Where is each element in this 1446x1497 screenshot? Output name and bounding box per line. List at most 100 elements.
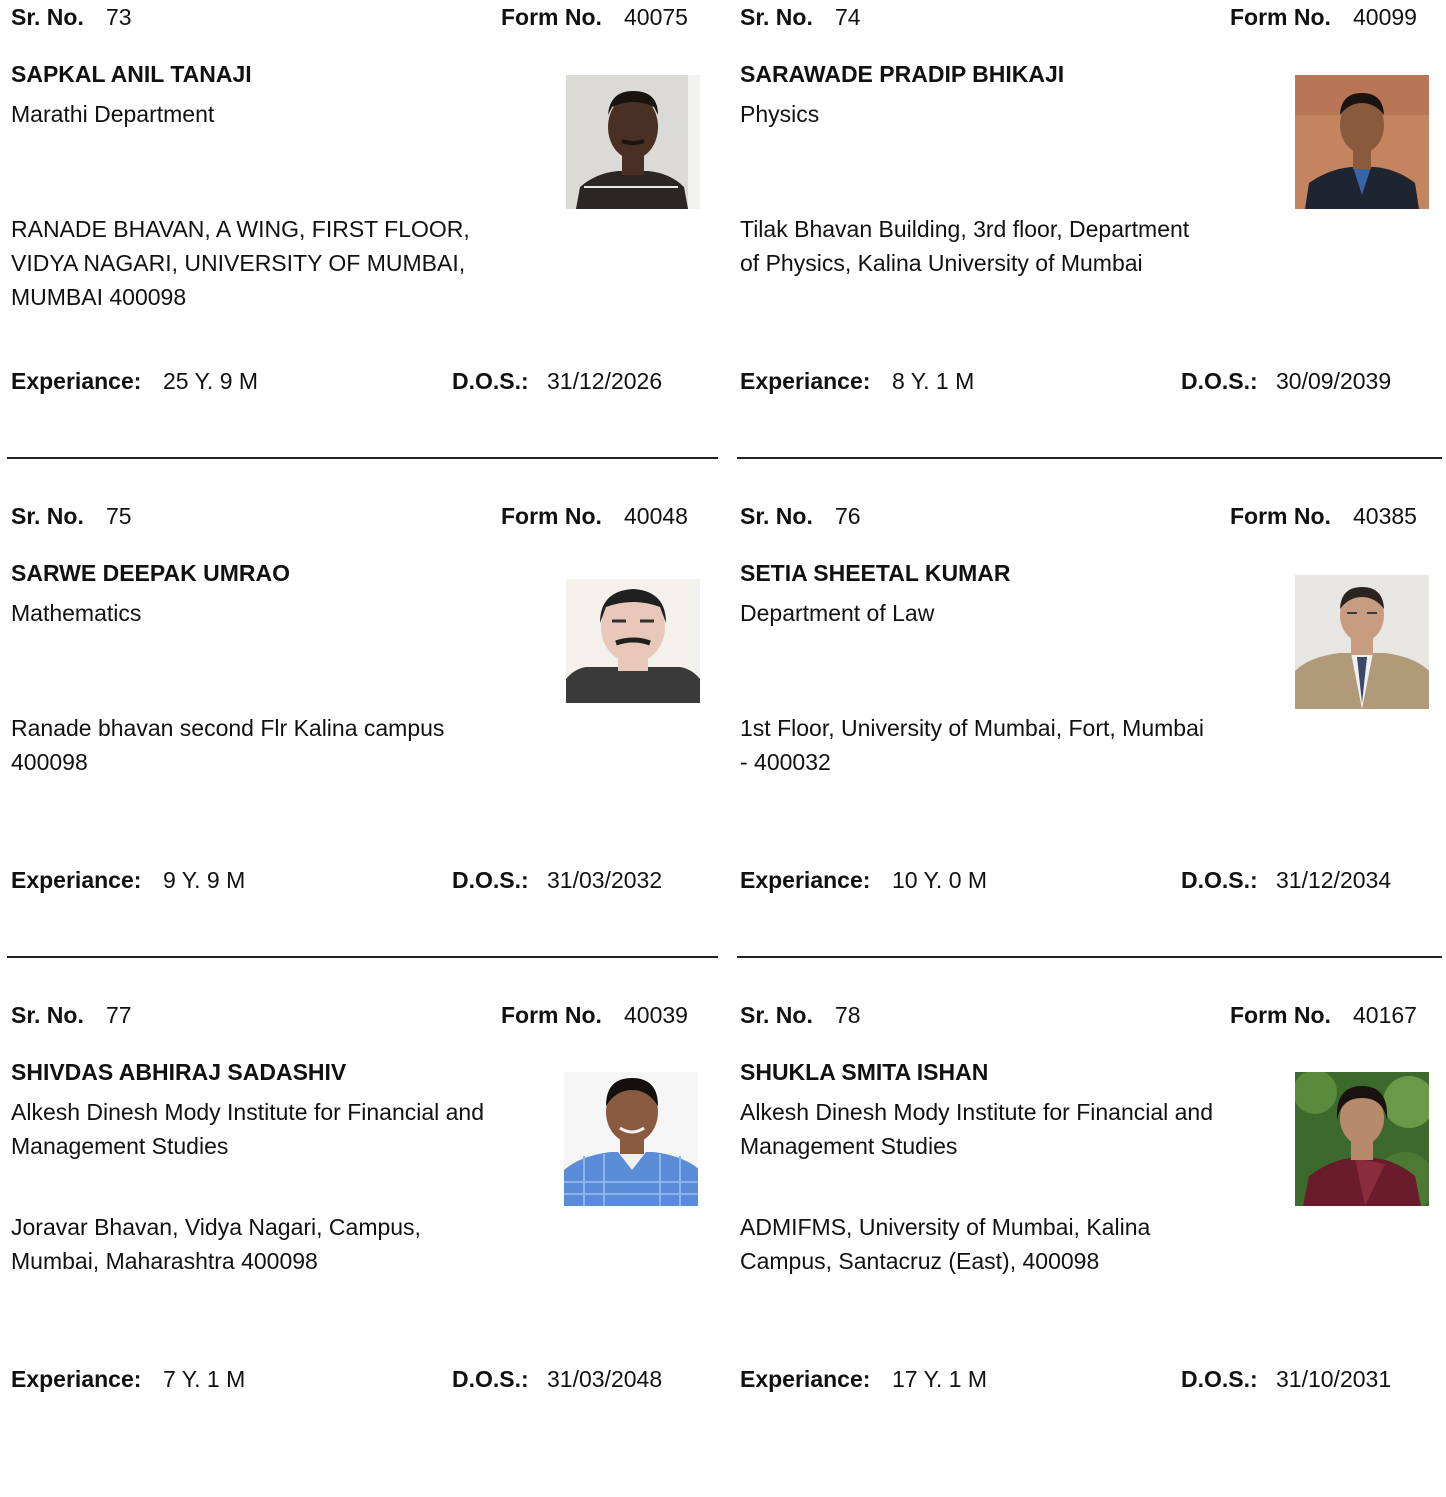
- dos-label: D.O.S.:: [1181, 867, 1258, 893]
- address-line: Tilak Bhavan Building, 3rd floor, Depart…: [740, 216, 1190, 242]
- member-address: Joravar Bhavan, Vidya Nagari, Campus, Mu…: [11, 1210, 531, 1278]
- member-name: SHUKLA SMITA ISHAN: [740, 1059, 989, 1085]
- card-divider: [7, 457, 718, 459]
- sr-no-label: Sr. No.: [11, 503, 84, 529]
- member-address: RANADE BHAVAN, A WING, FIRST FLOOR, VIDY…: [11, 212, 531, 314]
- sr-no-value: 78: [835, 1002, 861, 1028]
- member-address: Tilak Bhavan Building, 3rd floor, Depart…: [740, 212, 1260, 280]
- experience-label: Experiance:: [11, 1366, 142, 1392]
- address-line: MUMBAI 400098: [11, 284, 187, 310]
- form-no-value: 40099: [1353, 4, 1417, 30]
- member-card: Sr. No. 74 Form No. 40099 SARAWADE PRADI…: [729, 0, 1441, 499]
- experience-label: Experiance:: [11, 867, 142, 893]
- form-no-value: 40075: [624, 4, 688, 30]
- card-footer-row: Experiance: 7 Y. 1 M D.O.S.: 31/03/2048: [11, 1364, 701, 1394]
- member-department: Department of Law: [740, 600, 935, 626]
- experience-label: Experiance:: [740, 1366, 871, 1392]
- address-line: of Physics, Kalina University of Mumbai: [740, 250, 1143, 276]
- experience-label: Experiance:: [740, 867, 871, 893]
- experience-value: 7 Y. 1 M: [163, 1366, 246, 1392]
- member-name: SETIA SHEETAL KUMAR: [740, 560, 1011, 586]
- card-header-row: Sr. No. 74 Form No. 40099: [740, 2, 1426, 32]
- address-line: 1st Floor, University of Mumbai, Fort, M…: [740, 715, 1204, 741]
- member-card: Sr. No. 77 Form No. 40039 SHIVDAS ABHIRA…: [0, 998, 712, 1497]
- form-no-label: Form No.: [1230, 4, 1331, 30]
- address-line: 400098: [11, 749, 88, 775]
- dos-label: D.O.S.:: [452, 368, 529, 394]
- experience-value: 8 Y. 1 M: [892, 368, 975, 394]
- member-photo: [564, 1072, 698, 1206]
- member-department: Alkesh Dinesh Mody Institute for Financi…: [740, 1099, 1214, 1159]
- sr-no-value: 75: [106, 503, 132, 529]
- experience-value: 17 Y. 1 M: [892, 1366, 988, 1392]
- address-line: ADMIFMS, University of Mumbai, Kalina: [740, 1214, 1151, 1240]
- card-divider: [737, 956, 1442, 958]
- member-name: SARAWADE PRADIP BHIKAJI: [740, 61, 1065, 87]
- form-no-value: 40167: [1353, 1002, 1417, 1028]
- member-name: SHIVDAS ABHIRAJ SADASHIV: [11, 1059, 347, 1085]
- dos-label: D.O.S.:: [452, 1366, 529, 1392]
- address-line: RANADE BHAVAN, A WING, FIRST FLOOR,: [11, 216, 470, 242]
- address-line: Ranade bhavan second Flr Kalina campus: [11, 715, 445, 741]
- dos-value: 30/09/2039: [1276, 368, 1392, 394]
- address-line: Campus, Santacruz (East), 400098: [740, 1248, 1100, 1274]
- form-no-value: 40385: [1353, 503, 1417, 529]
- address-line: Joravar Bhavan, Vidya Nagari, Campus,: [11, 1214, 421, 1240]
- experience-value: 9 Y. 9 M: [163, 867, 246, 893]
- member-card: Sr. No. 78 Form No. 40167 SHUKLA SMITA I…: [729, 998, 1441, 1497]
- card-footer-row: Experiance: 17 Y. 1 M D.O.S.: 31/10/2031: [740, 1364, 1430, 1394]
- card-divider: [7, 956, 718, 958]
- dos-label: D.O.S.:: [1181, 368, 1258, 394]
- form-no-value: 40039: [624, 1002, 688, 1028]
- dos-label: D.O.S.:: [1181, 1366, 1258, 1392]
- form-no-value: 40048: [624, 503, 688, 529]
- member-photo: [1295, 1072, 1429, 1206]
- member-address: ADMIFMS, University of Mumbai, Kalina Ca…: [740, 1210, 1260, 1278]
- experience-label: Experiance:: [11, 368, 142, 394]
- member-department: Marathi Department: [11, 101, 215, 127]
- dos-value: 31/12/2026: [547, 368, 663, 394]
- address-line: Mumbai, Maharashtra 400098: [11, 1248, 318, 1274]
- member-card: Sr. No. 73 Form No. 40075 SAPKAL ANIL TA…: [0, 0, 712, 499]
- card-footer-row: Experiance: 10 Y. 0 M D.O.S.: 31/12/2034: [740, 865, 1430, 895]
- card-footer-row: Experiance: 25 Y. 9 M D.O.S.: 31/12/2026: [11, 366, 701, 396]
- sr-no-label: Sr. No.: [11, 4, 84, 30]
- sr-no-value: 73: [106, 4, 132, 30]
- card-header-row: Sr. No. 76 Form No. 40385: [740, 501, 1426, 531]
- member-photo: [566, 579, 700, 713]
- form-no-label: Form No.: [1230, 1002, 1331, 1028]
- member-address: 1st Floor, University of Mumbai, Fort, M…: [740, 711, 1300, 779]
- sr-no-label: Sr. No.: [11, 1002, 84, 1028]
- card-divider: [737, 457, 1442, 459]
- form-no-label: Form No.: [1230, 503, 1331, 529]
- member-card: Sr. No. 75 Form No. 40048 SARWE DEEPAK U…: [0, 499, 712, 998]
- form-no-label: Form No.: [501, 1002, 602, 1028]
- member-department: Alkesh Dinesh Mody Institute for Financi…: [11, 1099, 485, 1159]
- member-address: Ranade bhavan second Flr Kalina campus 4…: [11, 711, 531, 779]
- dos-value: 31/10/2031: [1276, 1366, 1392, 1392]
- experience-value: 10 Y. 0 M: [892, 867, 988, 893]
- dos-value: 31/03/2032: [547, 867, 663, 893]
- experience-value: 25 Y. 9 M: [163, 368, 259, 394]
- card-header-row: Sr. No. 75 Form No. 40048: [11, 501, 697, 531]
- card-header-row: Sr. No. 78 Form No. 40167: [740, 1000, 1426, 1030]
- member-card: Sr. No. 76 Form No. 40385 SETIA SHEETAL …: [729, 499, 1441, 998]
- card-footer-row: Experiance: 8 Y. 1 M D.O.S.: 30/09/2039: [740, 366, 1430, 396]
- dos-value: 31/12/2034: [1276, 867, 1392, 893]
- dos-value: 31/03/2048: [547, 1366, 663, 1392]
- member-photo: [566, 75, 700, 209]
- sr-no-label: Sr. No.: [740, 503, 813, 529]
- form-no-label: Form No.: [501, 4, 602, 30]
- sr-no-label: Sr. No.: [740, 1002, 813, 1028]
- sr-no-label: Sr. No.: [740, 4, 813, 30]
- member-photo: [1295, 575, 1429, 709]
- card-header-row: Sr. No. 77 Form No. 40039: [11, 1000, 697, 1030]
- member-photo: [1295, 75, 1429, 209]
- sr-no-value: 76: [835, 503, 861, 529]
- card-header-row: Sr. No. 73 Form No. 40075: [11, 2, 697, 32]
- sr-no-value: 74: [835, 4, 861, 30]
- address-line: - 400032: [740, 749, 831, 775]
- member-department: Physics: [740, 101, 820, 127]
- sr-no-value: 77: [106, 1002, 132, 1028]
- card-footer-row: Experiance: 9 Y. 9 M D.O.S.: 31/03/2032: [11, 865, 701, 895]
